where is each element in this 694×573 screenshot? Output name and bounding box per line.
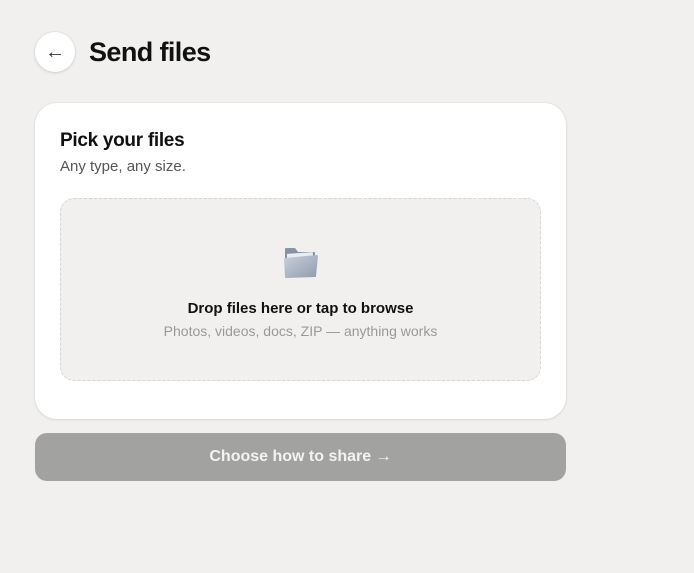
choose-how-to-share-button[interactable]: Choose how to share →: [35, 433, 566, 481]
page-title: Send files: [89, 36, 211, 67]
dropzone-hint: Photos, videos, docs, ZIP — anything wor…: [163, 323, 438, 339]
back-button[interactable]: ←: [35, 32, 75, 72]
file-picker-card: Pick your files Any type, any size. Drop…: [35, 103, 566, 419]
card-subtitle: Any type, any size.: [60, 158, 186, 175]
page-header: ← Send files: [35, 32, 211, 72]
folder-icon: [284, 248, 318, 278]
share-button-label: Choose how to share →: [209, 448, 392, 465]
dropzone-title: Drop files here or tap to browse: [187, 300, 414, 317]
file-dropzone[interactable]: Drop files here or tap to browse Photos,…: [60, 198, 541, 381]
arrow-left-icon: ←: [45, 40, 65, 63]
card-title: Pick your files: [60, 130, 185, 151]
